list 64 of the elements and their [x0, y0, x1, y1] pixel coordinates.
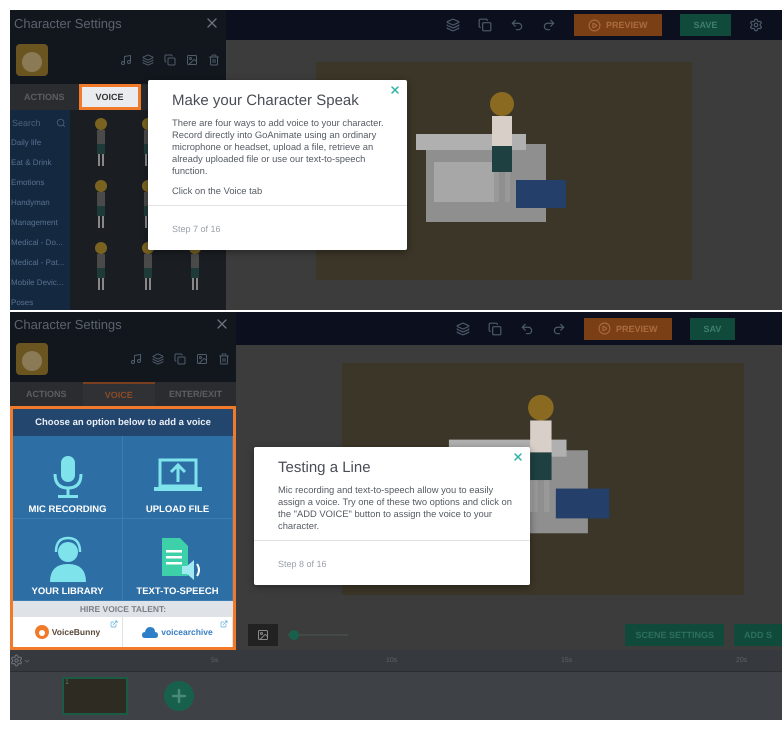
avatar-icon	[16, 343, 48, 375]
step-counter: Step 8 of 16	[278, 559, 327, 569]
category-item[interactable]: Eat & Drink	[10, 152, 70, 172]
category-item[interactable]: Handyman	[10, 192, 70, 212]
undo-icon[interactable]	[510, 18, 524, 32]
copy-icon[interactable]	[174, 353, 186, 365]
category-item[interactable]: Management	[10, 212, 70, 232]
popup-text: There are four ways to add voice to your character. Record directly into GoAnimate using an ordinary microphone or headset, upload a file, retrieve an already uploaded file or use our text-to-speech function.	[172, 117, 385, 177]
popup-text: Mic recording and text-to-speech allow you to easily assign a voice. Try one of these two options and click on the "ADD VOICE" button to assign the voice to your character.	[278, 484, 512, 532]
category-item[interactable]: Mobile Devic...	[10, 272, 70, 292]
close-button[interactable]	[389, 84, 401, 96]
popup-title: Make your Character Speak	[172, 92, 360, 109]
step-counter: Step 7 of 16	[172, 224, 221, 234]
play-icon	[588, 18, 601, 32]
layers-icon[interactable]	[152, 353, 164, 365]
external-link-icon	[110, 620, 118, 628]
trash-icon[interactable]	[218, 353, 230, 365]
layers-icon[interactable]	[446, 18, 460, 32]
settings-icon[interactable]	[749, 18, 764, 32]
close-button[interactable]	[512, 451, 524, 463]
undo-icon[interactable]	[520, 322, 534, 336]
category-item[interactable]: Daily life	[10, 132, 70, 152]
category-item[interactable]: Poses	[10, 292, 70, 310]
settings-icon[interactable]	[10, 654, 31, 667]
category-item[interactable]: Medical - Do...	[10, 232, 70, 252]
popup-text: Click on the Voice tab	[172, 185, 264, 197]
panel-title: Character Settings	[14, 16, 122, 30]
play-icon	[598, 322, 611, 335]
copy-icon[interactable]	[478, 18, 492, 32]
external-link-icon	[220, 620, 228, 628]
image-icon	[257, 629, 269, 641]
music-icon[interactable]	[120, 54, 132, 66]
category-item[interactable]: Medical - Pat...	[10, 252, 70, 272]
bunny-logo-icon	[34, 625, 49, 639]
category-item[interactable]: Emotions	[10, 172, 70, 192]
section-heading: HIRE VOICE TALENT:	[13, 601, 233, 617]
panel-title: Character Settings	[14, 316, 122, 332]
thumbnail-button[interactable]	[248, 624, 278, 646]
image-icon[interactable]	[186, 54, 198, 66]
voice-option[interactable]: YOUR LIBRARY	[13, 518, 123, 601]
talent-link[interactable]: voicearchive	[123, 617, 233, 647]
plus-icon	[169, 686, 189, 706]
voice-option[interactable]: MIC RECORDING	[13, 436, 123, 518]
layers-icon[interactable]	[142, 54, 154, 66]
copy-icon[interactable]	[488, 322, 502, 336]
add-scene-button[interactable]	[164, 681, 194, 711]
image-icon[interactable]	[196, 353, 208, 365]
avatar-icon	[16, 44, 48, 76]
voice-option[interactable]: TEXT-TO-SPEECH	[123, 518, 233, 601]
tab[interactable]: VOICE	[82, 382, 155, 406]
redo-icon[interactable]	[542, 18, 556, 32]
layers-icon[interactable]	[456, 322, 470, 336]
tab[interactable]: VOICE	[78, 84, 141, 110]
panel-heading: Choose an option below to add a voice	[13, 409, 233, 436]
cloud-logo-icon	[142, 625, 158, 639]
popup-title: Testing a Line	[278, 459, 372, 476]
music-icon[interactable]	[130, 353, 142, 365]
search-field[interactable]: Search	[12, 118, 52, 128]
talent-link[interactable]: VoiceBunny	[13, 617, 123, 647]
search-icon[interactable]	[56, 118, 66, 128]
copy-icon[interactable]	[164, 54, 176, 66]
redo-icon[interactable]	[552, 322, 566, 336]
trash-icon[interactable]	[208, 54, 220, 66]
voice-option[interactable]: UPLOAD FILE	[123, 436, 233, 518]
